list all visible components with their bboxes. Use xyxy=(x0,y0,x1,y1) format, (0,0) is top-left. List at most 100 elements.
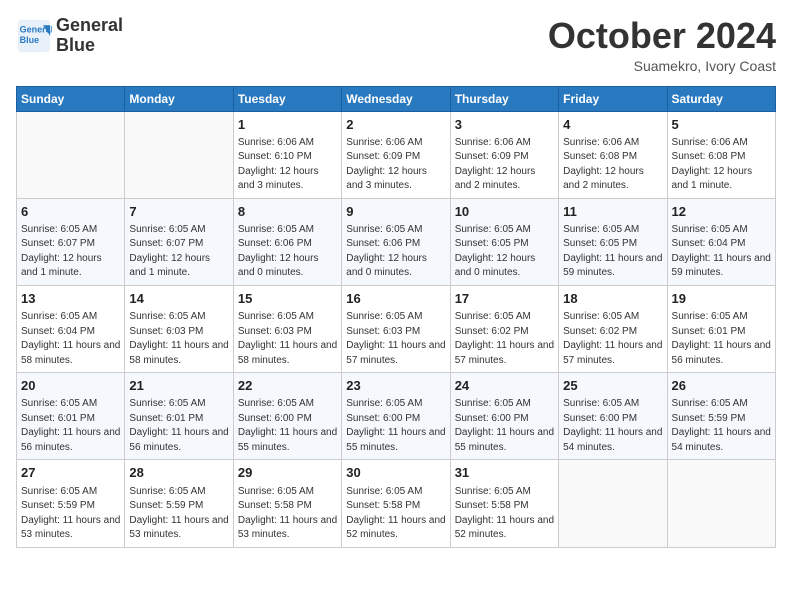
day-info: Sunrise: 6:05 AM Sunset: 6:06 PM Dayligh… xyxy=(346,223,445,281)
day-info: Sunrise: 6:06 AM Sunset: 6:08 PM Dayligh… xyxy=(672,136,771,194)
calendar-cell: 14 Sunrise: 6:05 AM Sunset: 6:03 PM Dayli… xyxy=(125,285,233,372)
day-number: 23 xyxy=(346,377,445,395)
svg-text:Blue: Blue xyxy=(20,35,40,45)
day-info: Sunrise: 6:05 AM Sunset: 6:00 PM Dayligh… xyxy=(238,397,337,455)
day-info: Sunrise: 6:05 AM Sunset: 5:59 PM Dayligh… xyxy=(21,485,120,543)
calendar-cell xyxy=(17,111,125,198)
day-info: Sunrise: 6:05 AM Sunset: 6:02 PM Dayligh… xyxy=(563,310,662,368)
day-info: Sunrise: 6:05 AM Sunset: 6:01 PM Dayligh… xyxy=(672,310,771,368)
calendar-cell: 8 Sunrise: 6:05 AM Sunset: 6:06 PM Daylig… xyxy=(233,198,341,285)
calendar-week-1: 1Sunrise: 6:06 AM Sunset: 6:10 PM Daylig… xyxy=(17,111,776,198)
day-number: 2 xyxy=(346,116,445,134)
day-info: Sunrise: 6:05 AM Sunset: 5:58 PM Dayligh… xyxy=(346,485,445,543)
day-info: Sunrise: 6:06 AM Sunset: 6:10 PM Dayligh… xyxy=(238,136,337,194)
title-block: October 2024 Suamekro, Ivory Coast xyxy=(548,16,776,74)
page-header: General Blue General Blue October 2024 S… xyxy=(16,16,776,74)
calendar-cell: 18 Sunrise: 6:05 AM Sunset: 6:02 PM Dayli… xyxy=(559,285,667,372)
day-info: Sunrise: 6:06 AM Sunset: 6:09 PM Dayligh… xyxy=(346,136,445,194)
day-info: Sunrise: 6:05 AM Sunset: 6:00 PM Dayligh… xyxy=(563,397,662,455)
day-number: 22 xyxy=(238,377,337,395)
calendar-week-5: 27 Sunrise: 6:05 AM Sunset: 5:59 PM Dayli… xyxy=(17,460,776,547)
calendar-cell: 15 Sunrise: 6:05 AM Sunset: 6:03 PM Dayli… xyxy=(233,285,341,372)
calendar-cell xyxy=(125,111,233,198)
logo-text: General Blue xyxy=(56,16,123,56)
calendar-cell xyxy=(559,460,667,547)
calendar-header-row: SundayMondayTuesdayWednesdayThursdayFrid… xyxy=(17,86,776,111)
calendar-cell: 5 Sunrise: 6:06 AM Sunset: 6:08 PM Daylig… xyxy=(667,111,775,198)
day-number: 28 xyxy=(129,464,228,482)
calendar-week-2: 6 Sunrise: 6:05 AM Sunset: 6:07 PM Daylig… xyxy=(17,198,776,285)
calendar-cell: 19 Sunrise: 6:05 AM Sunset: 6:01 PM Dayli… xyxy=(667,285,775,372)
day-number: 11 xyxy=(563,203,662,221)
calendar-cell: 27 Sunrise: 6:05 AM Sunset: 5:59 PM Dayli… xyxy=(17,460,125,547)
calendar-cell: 21 Sunrise: 6:05 AM Sunset: 6:01 PM Dayli… xyxy=(125,373,233,460)
calendar-cell: 23 Sunrise: 6:05 AM Sunset: 6:00 PM Dayli… xyxy=(342,373,450,460)
day-number: 3 xyxy=(455,116,554,134)
day-number: 6 xyxy=(21,203,120,221)
day-number: 7 xyxy=(129,203,228,221)
month-title: October 2024 xyxy=(548,16,776,56)
calendar-cell: 11 Sunrise: 6:05 AM Sunset: 6:05 PM Dayli… xyxy=(559,198,667,285)
day-header-thursday: Thursday xyxy=(450,86,558,111)
calendar-week-4: 20 Sunrise: 6:05 AM Sunset: 6:01 PM Dayli… xyxy=(17,373,776,460)
day-info: Sunrise: 6:05 AM Sunset: 6:06 PM Dayligh… xyxy=(238,223,337,281)
day-info: Sunrise: 6:05 AM Sunset: 5:59 PM Dayligh… xyxy=(672,397,771,455)
calendar-cell: 30 Sunrise: 6:05 AM Sunset: 5:58 PM Dayli… xyxy=(342,460,450,547)
day-info: Sunrise: 6:06 AM Sunset: 6:09 PM Dayligh… xyxy=(455,136,554,194)
day-number: 15 xyxy=(238,290,337,308)
calendar-cell: 26 Sunrise: 6:05 AM Sunset: 5:59 PM Dayli… xyxy=(667,373,775,460)
day-number: 5 xyxy=(672,116,771,134)
logo-icon: General Blue xyxy=(16,18,52,54)
day-info: Sunrise: 6:05 AM Sunset: 6:04 PM Dayligh… xyxy=(21,310,120,368)
day-info: Sunrise: 6:05 AM Sunset: 6:00 PM Dayligh… xyxy=(346,397,445,455)
day-info: Sunrise: 6:05 AM Sunset: 6:05 PM Dayligh… xyxy=(563,223,662,281)
day-info: Sunrise: 6:05 AM Sunset: 6:00 PM Dayligh… xyxy=(455,397,554,455)
calendar-cell xyxy=(667,460,775,547)
day-number: 16 xyxy=(346,290,445,308)
day-number: 21 xyxy=(129,377,228,395)
location-title: Suamekro, Ivory Coast xyxy=(548,58,776,74)
day-number: 18 xyxy=(563,290,662,308)
calendar-cell: 28 Sunrise: 6:05 AM Sunset: 5:59 PM Dayli… xyxy=(125,460,233,547)
calendar-cell: 1Sunrise: 6:06 AM Sunset: 6:10 PM Daylig… xyxy=(233,111,341,198)
day-number: 4 xyxy=(563,116,662,134)
calendar-table: SundayMondayTuesdayWednesdayThursdayFrid… xyxy=(16,86,776,548)
calendar-cell: 22 Sunrise: 6:05 AM Sunset: 6:00 PM Dayli… xyxy=(233,373,341,460)
calendar-cell: 20 Sunrise: 6:05 AM Sunset: 6:01 PM Dayli… xyxy=(17,373,125,460)
day-info: Sunrise: 6:05 AM Sunset: 6:02 PM Dayligh… xyxy=(455,310,554,368)
calendar-cell: 25 Sunrise: 6:05 AM Sunset: 6:00 PM Dayli… xyxy=(559,373,667,460)
day-info: Sunrise: 6:05 AM Sunset: 5:59 PM Dayligh… xyxy=(129,485,228,543)
day-number: 20 xyxy=(21,377,120,395)
day-number: 9 xyxy=(346,203,445,221)
day-number: 13 xyxy=(21,290,120,308)
day-info: Sunrise: 6:06 AM Sunset: 6:08 PM Dayligh… xyxy=(563,136,662,194)
day-number: 27 xyxy=(21,464,120,482)
day-info: Sunrise: 6:05 AM Sunset: 6:01 PM Dayligh… xyxy=(21,397,120,455)
day-number: 30 xyxy=(346,464,445,482)
day-number: 12 xyxy=(672,203,771,221)
day-number: 19 xyxy=(672,290,771,308)
calendar-cell: 24 Sunrise: 6:05 AM Sunset: 6:00 PM Dayli… xyxy=(450,373,558,460)
day-number: 14 xyxy=(129,290,228,308)
day-number: 25 xyxy=(563,377,662,395)
calendar-cell: 3 Sunrise: 6:06 AM Sunset: 6:09 PM Daylig… xyxy=(450,111,558,198)
day-info: Sunrise: 6:05 AM Sunset: 5:58 PM Dayligh… xyxy=(238,485,337,543)
day-info: Sunrise: 6:05 AM Sunset: 6:03 PM Dayligh… xyxy=(129,310,228,368)
day-info: Sunrise: 6:05 AM Sunset: 5:58 PM Dayligh… xyxy=(455,485,554,543)
day-number: 24 xyxy=(455,377,554,395)
calendar-cell: 12Sunrise: 6:05 AM Sunset: 6:04 PM Dayli… xyxy=(667,198,775,285)
day-header-monday: Monday xyxy=(125,86,233,111)
calendar-cell: 16Sunrise: 6:05 AM Sunset: 6:03 PM Dayli… xyxy=(342,285,450,372)
day-number: 17 xyxy=(455,290,554,308)
calendar-cell: 17 Sunrise: 6:05 AM Sunset: 6:02 PM Dayli… xyxy=(450,285,558,372)
day-info: Sunrise: 6:05 AM Sunset: 6:07 PM Dayligh… xyxy=(129,223,228,281)
day-number: 26 xyxy=(672,377,771,395)
day-number: 10 xyxy=(455,203,554,221)
day-info: Sunrise: 6:05 AM Sunset: 6:07 PM Dayligh… xyxy=(21,223,120,281)
day-header-friday: Friday xyxy=(559,86,667,111)
day-info: Sunrise: 6:05 AM Sunset: 6:05 PM Dayligh… xyxy=(455,223,554,281)
day-number: 8 xyxy=(238,203,337,221)
day-info: Sunrise: 6:05 AM Sunset: 6:03 PM Dayligh… xyxy=(238,310,337,368)
day-info: Sunrise: 6:05 AM Sunset: 6:01 PM Dayligh… xyxy=(129,397,228,455)
calendar-cell: 4 Sunrise: 6:06 AM Sunset: 6:08 PM Daylig… xyxy=(559,111,667,198)
